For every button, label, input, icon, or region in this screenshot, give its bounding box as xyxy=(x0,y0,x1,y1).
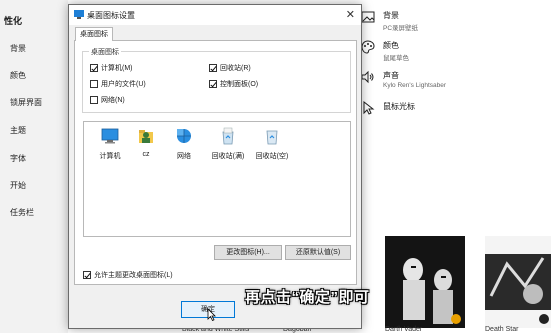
settings-nav: 性化 背景 颜色 锁屏界面 主题 字体 开始 任务栏 xyxy=(0,0,68,333)
close-icon[interactable]: ✕ xyxy=(346,8,355,21)
change-icon-button[interactable]: 更改图标(H)... xyxy=(214,245,282,260)
theme-setting-color[interactable]: 颜色 鼠尾草色 xyxy=(361,40,409,62)
dialog-title: 桌面图标设置 xyxy=(87,11,135,20)
checkbox-label: 回收站(R) xyxy=(220,65,251,72)
checkbox-box[interactable] xyxy=(209,64,217,72)
icon-item-recycle-bin-empty[interactable]: 回收站(空) xyxy=(250,126,294,161)
icon-item-recycle-bin-full[interactable]: 回收站(满) xyxy=(206,126,250,161)
picture-icon xyxy=(361,11,375,23)
themes-panel: 背景 PC录屏壁纸 颜色 鼠尾草色 声音 Kylo Ren's Lightsab… xyxy=(182,0,551,333)
palette-icon xyxy=(361,40,375,54)
nav-item-background[interactable]: 背景 xyxy=(10,43,26,54)
icon-item-label: 回收站(满) xyxy=(211,153,245,160)
theme-setting-title: 背景 xyxy=(383,11,399,20)
restore-default-button[interactable]: 还原默认值(S) xyxy=(285,245,351,260)
desktop-icon-list: 计算机 cz 网络 回收站(满) 回收站(空) xyxy=(83,121,351,237)
checkbox-label: 网络(N) xyxy=(101,97,125,104)
theme-name: Darth Vader xyxy=(385,326,423,333)
mouse-cursor-icon xyxy=(207,308,216,321)
checkbox-allow-theme-change[interactable]: 允许主题更改桌面图标(L) xyxy=(83,270,173,280)
tab-desktop-icons[interactable]: 桌面图标 xyxy=(75,27,113,41)
theme-setting-value: 鼠尾草色 xyxy=(383,55,409,62)
theme-setting-background[interactable]: 背景 PC录屏壁纸 xyxy=(361,10,419,32)
checkbox-label: 允许主题更改桌面图标(L) xyxy=(94,272,173,279)
recycle-bin-full-icon xyxy=(222,127,234,145)
nav-item-start[interactable]: 开始 xyxy=(10,180,26,191)
desktop-icon-settings-dialog: 桌面图标设置 ✕ 桌面图标 桌面图标 计算机(M) 回收站(R) 用户的文件(U… xyxy=(68,4,362,329)
checkbox-label: 控制面板(O) xyxy=(220,81,259,88)
icon-item-label: 回收站(空) xyxy=(255,153,289,160)
checkbox-recycle-bin[interactable]: 回收站(R) xyxy=(209,63,251,73)
user-folder-icon xyxy=(139,130,153,143)
theme-setting-title: 声音 xyxy=(383,71,399,80)
checkbox-control-panel[interactable]: 控制面板(O) xyxy=(209,79,258,89)
recycle-bin-empty-icon xyxy=(266,130,278,145)
theme-color-dot xyxy=(539,314,549,324)
theme-thumbnail-death-star[interactable] xyxy=(485,236,551,328)
desktop-icons-group: 桌面图标 计算机(M) 回收站(R) 用户的文件(U) 控制面板(O) 网络(N… xyxy=(82,47,351,113)
theme-setting-value: Kylo Ren's Lightsaber xyxy=(383,82,447,89)
nav-item-lock-screen[interactable]: 锁屏界面 xyxy=(10,97,42,108)
icon-item-network[interactable]: 网络 xyxy=(162,126,206,161)
theme-setting-title: 鼠标光标 xyxy=(383,102,415,111)
nav-item-fonts[interactable]: 字体 xyxy=(10,153,26,164)
nav-item-themes[interactable]: 主题 xyxy=(10,125,26,136)
theme-setting-title: 颜色 xyxy=(383,41,399,50)
checkbox-box[interactable] xyxy=(90,96,98,104)
theme-setting-sound[interactable]: 声音 Kylo Ren's Lightsaber xyxy=(361,70,447,89)
checkbox-box[interactable] xyxy=(90,64,98,72)
checkbox-user-files[interactable]: 用户的文件(U) xyxy=(90,79,146,89)
tab-panel: 桌面图标 计算机(M) 回收站(R) 用户的文件(U) 控制面板(O) 网络(N… xyxy=(74,40,357,285)
theme-thumbnail-darth-vader[interactable] xyxy=(385,236,465,328)
speaker-icon xyxy=(361,70,374,84)
checkbox-box[interactable] xyxy=(90,80,98,88)
checkbox-computer[interactable]: 计算机(M) xyxy=(90,63,133,73)
group-label: 桌面图标 xyxy=(89,47,121,57)
checkbox-box[interactable] xyxy=(209,80,217,88)
monitor-icon xyxy=(74,10,84,19)
checkbox-network[interactable]: 网络(N) xyxy=(90,95,125,105)
theme-setting-cursor[interactable]: 鼠标光标 xyxy=(363,101,415,115)
nav-header: 性化 xyxy=(4,16,23,26)
computer-icon xyxy=(101,128,119,144)
nav-item-colors[interactable]: 颜色 xyxy=(10,70,26,81)
theme-name: Death Star xyxy=(485,326,519,333)
icon-item-label: 网络 xyxy=(177,153,191,160)
theme-color-dot xyxy=(451,314,461,324)
checkbox-box[interactable] xyxy=(83,271,91,279)
checkbox-label: 计算机(M) xyxy=(101,65,133,72)
overlay-caption: 再点击“确定”即可 xyxy=(245,289,370,306)
network-icon xyxy=(177,129,191,143)
theme-setting-value: PC录屏壁纸 xyxy=(383,25,419,32)
dialog-titlebar[interactable]: 桌面图标设置 ✕ xyxy=(69,5,361,25)
cursor-icon xyxy=(363,101,375,115)
checkbox-label: 用户的文件(U) xyxy=(101,81,146,88)
nav-item-taskbar[interactable]: 任务栏 xyxy=(10,207,34,218)
